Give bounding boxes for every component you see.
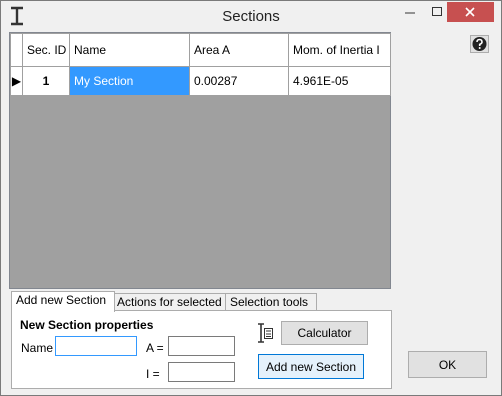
- calculator-icon: [257, 322, 273, 344]
- inertia-input[interactable]: [168, 362, 235, 382]
- sections-window: Sections Sec. ID Name Area A Mom. of Ine…: [0, 0, 502, 396]
- cell-name[interactable]: My Section: [69, 66, 190, 96]
- area-label: A =: [146, 341, 164, 355]
- help-icon[interactable]: [470, 35, 489, 53]
- minimize-icon[interactable]: [395, 2, 425, 22]
- tab-selection-tools[interactable]: Selection tools: [225, 293, 317, 311]
- sections-grid[interactable]: Sec. ID Name Area A Mom. of Inertia I ▶ …: [9, 32, 391, 289]
- calculator-button[interactable]: Calculator: [281, 321, 368, 345]
- name-input[interactable]: [55, 336, 137, 356]
- inertia-label: I =: [146, 367, 160, 381]
- cell-inertia[interactable]: 4.961E-05: [288, 66, 391, 96]
- area-input[interactable]: [168, 336, 235, 356]
- column-header-sec-id[interactable]: Sec. ID: [22, 33, 70, 67]
- cell-sec-id[interactable]: 1: [22, 66, 70, 96]
- panel-title: New Section properties: [20, 318, 154, 332]
- add-section-panel: New Section properties Name A = I = Calc…: [11, 310, 392, 389]
- column-header-inertia[interactable]: Mom. of Inertia I: [288, 33, 391, 67]
- close-icon[interactable]: [447, 2, 494, 22]
- column-header-area[interactable]: Area A: [189, 33, 289, 67]
- cell-area[interactable]: 0.00287: [189, 66, 289, 96]
- title-bar[interactable]: Sections: [1, 1, 501, 31]
- add-new-section-button[interactable]: Add new Section: [258, 354, 364, 379]
- table-row[interactable]: ▶ 1 My Section 0.00287 4.961E-05: [10, 66, 391, 96]
- ok-button[interactable]: OK: [408, 351, 487, 378]
- tab-actions-for-selected[interactable]: Actions for selected: [112, 293, 227, 311]
- tab-add-new-section[interactable]: Add new Section: [11, 291, 115, 312]
- sections-table: Sec. ID Name Area A Mom. of Inertia I ▶ …: [10, 33, 391, 96]
- name-label: Name: [21, 341, 54, 355]
- column-header-name[interactable]: Name: [69, 33, 190, 67]
- row-header-corner: [10, 33, 23, 67]
- row-pointer-icon[interactable]: ▶: [10, 66, 23, 96]
- table-header-row: Sec. ID Name Area A Mom. of Inertia I: [10, 33, 391, 67]
